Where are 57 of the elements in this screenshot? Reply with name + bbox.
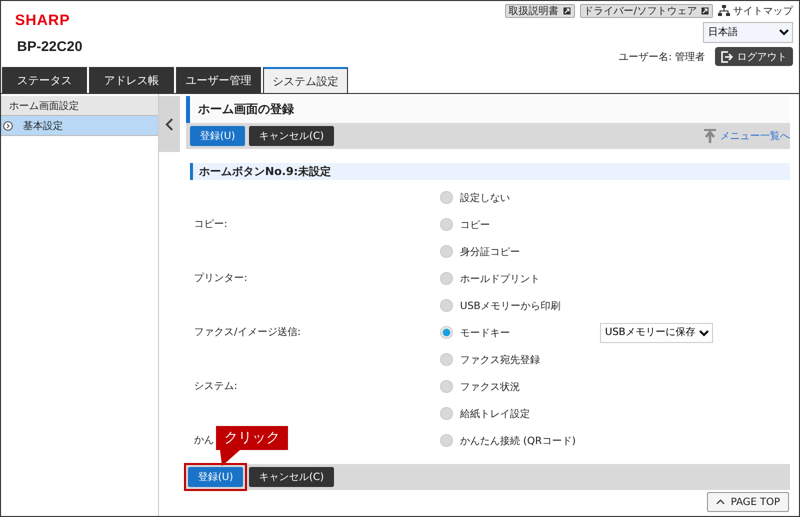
radio-button[interactable] xyxy=(440,299,453,312)
external-link-icon xyxy=(562,7,571,15)
category-label: ファクス/イメージ送信: xyxy=(194,326,301,338)
radio-button[interactable] xyxy=(440,245,453,258)
radio-button[interactable] xyxy=(440,380,453,393)
language-select[interactable]: 日本語 xyxy=(703,22,793,43)
option-label: ファクス宛先登録 xyxy=(460,354,540,366)
mode-select[interactable]: USBメモリーに保存 xyxy=(600,322,713,342)
tab[interactable]: アドレス帳 xyxy=(89,67,174,93)
radio-button[interactable] xyxy=(440,434,453,447)
logout-button[interactable]: ログアウト xyxy=(715,47,793,66)
manual-link[interactable]: 取扱説明書 xyxy=(504,4,575,18)
radio-button[interactable] xyxy=(440,407,453,420)
chevron-left-icon xyxy=(165,118,174,130)
option-label: ホールドプリント xyxy=(460,272,540,286)
model-name: BP-22C20 xyxy=(16,38,82,54)
collapse-button[interactable] xyxy=(159,96,180,152)
radio-button[interactable] xyxy=(440,326,453,339)
option-label: ファクス状況 xyxy=(460,380,520,394)
option-label: コピー xyxy=(460,218,490,232)
radio-button[interactable] xyxy=(440,218,453,231)
category-label: かん xyxy=(194,434,214,446)
external-link-icon xyxy=(701,7,709,15)
option-label: 給紙トレイ設定 xyxy=(460,408,530,420)
caret-up-icon xyxy=(716,499,725,505)
option-label: モードキー xyxy=(460,326,510,340)
sitemap-icon xyxy=(718,5,730,17)
logout-icon xyxy=(721,50,733,62)
category-label: コピー: xyxy=(194,218,228,230)
page-top-button[interactable]: PAGE TOP xyxy=(706,492,789,512)
option-label: 設定しない xyxy=(460,192,510,204)
logo: SHARP xyxy=(15,12,72,29)
option-label: かんたん接続 (QRコード) xyxy=(460,434,576,448)
cancel-button[interactable]: キャンセル(C) xyxy=(249,126,334,146)
return-up-icon xyxy=(704,129,718,143)
sidebar-item[interactable]: 基本設定 xyxy=(1,116,158,136)
callout: クリック xyxy=(216,426,288,466)
option-label: 身分証コピー xyxy=(460,246,520,258)
section-title: ホームボタンNo.9:未設定 xyxy=(190,163,790,180)
tab[interactable]: システム設定 xyxy=(263,67,348,93)
category-label: プリンター: xyxy=(194,272,248,284)
sidebar-item[interactable]: ホーム画面設定 xyxy=(1,96,158,116)
radio-button[interactable] xyxy=(440,191,453,204)
register-button[interactable]: 登録(U) xyxy=(188,467,244,487)
user-name: ユーザー名: 管理者 xyxy=(618,50,705,64)
chevron-circle-icon xyxy=(3,120,13,130)
manual-link[interactable]: ドライバー/ソフトウェア xyxy=(580,4,713,18)
cancel-button[interactable]: キャンセル(C) xyxy=(249,467,334,487)
category-label: システム: xyxy=(194,380,238,392)
tab[interactable]: ステータス xyxy=(2,67,87,93)
radio-button[interactable] xyxy=(440,353,453,366)
sitemap-link[interactable]: サイトマップ xyxy=(733,4,793,18)
radio-button[interactable] xyxy=(440,272,453,285)
option-label: USBメモリーから印刷 xyxy=(460,300,561,312)
page-title: ホーム画面の登録 xyxy=(186,96,790,123)
tab[interactable]: ユーザー管理 xyxy=(176,67,261,93)
register-button[interactable]: 登録(U) xyxy=(190,126,246,146)
